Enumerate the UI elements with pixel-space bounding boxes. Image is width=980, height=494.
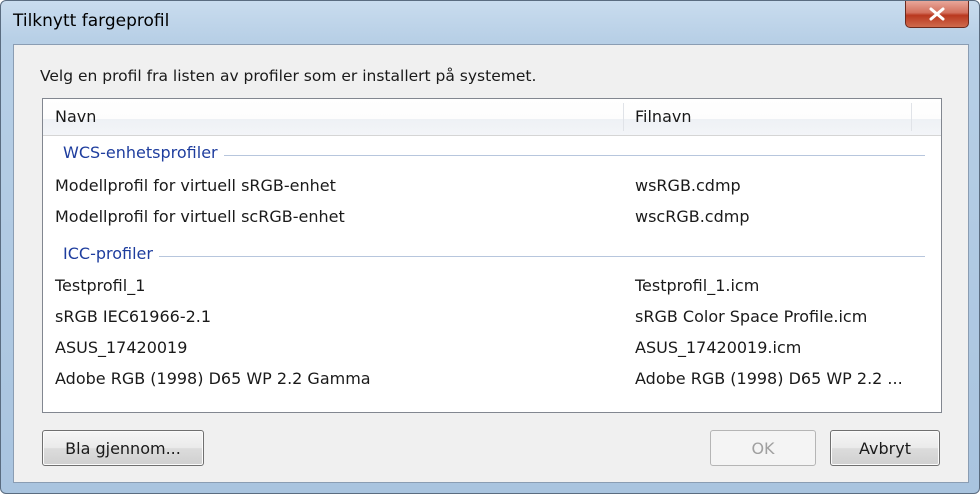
dialog-content: Velg en profil fra listen av profiler so… xyxy=(13,44,969,483)
profile-name: Modellprofil for virtuell scRGB-enhet xyxy=(55,207,345,226)
column-header-name[interactable]: Navn xyxy=(55,99,96,135)
window-title: Tilknytt fargeprofil xyxy=(13,11,170,31)
profile-filename: wsRGB.cdmp xyxy=(635,176,741,195)
close-button[interactable] xyxy=(905,1,969,28)
profile-list[interactable]: Navn Filnavn WCS-enhetsprofiler Modellpr… xyxy=(42,98,942,413)
browse-button[interactable]: Bla gjennom... xyxy=(42,430,204,466)
list-item[interactable]: Testprofil_1 Testprofil_1.icm xyxy=(43,271,941,301)
list-item[interactable]: Adobe RGB (1998) D65 WP 2.2 Gamma Adobe … xyxy=(43,364,941,394)
profile-name: Testprofil_1 xyxy=(55,276,146,295)
title-bar[interactable]: Tilknytt fargeprofil xyxy=(1,1,979,45)
column-divider[interactable] xyxy=(911,103,912,131)
list-item[interactable]: sRGB IEC61966-2.1 sRGB Color Space Profi… xyxy=(43,302,941,332)
list-header: Navn Filnavn xyxy=(43,99,941,136)
cancel-button[interactable]: Avbryt xyxy=(830,430,940,466)
profile-filename: sRGB Color Space Profile.icm xyxy=(635,307,868,326)
ok-button[interactable]: OK xyxy=(710,430,816,466)
group-header-icc[interactable]: ICC-profiler xyxy=(43,240,941,270)
dialog-window: Tilknytt fargeprofil Velg en profil fra … xyxy=(0,0,980,494)
profile-name: Adobe RGB (1998) D65 WP 2.2 Gamma xyxy=(55,369,371,388)
instruction-text: Velg en profil fra listen av profiler so… xyxy=(40,67,537,85)
profile-filename: ASUS_17420019.icm xyxy=(635,338,802,357)
column-divider[interactable] xyxy=(623,103,624,131)
group-label: ICC-profiler xyxy=(63,244,159,263)
group-header-wcs[interactable]: WCS-enhetsprofiler xyxy=(43,139,941,169)
list-item[interactable]: Modellprofil for virtuell sRGB-enhet wsR… xyxy=(43,171,941,201)
group-label: WCS-enhetsprofiler xyxy=(63,143,224,162)
profile-filename: Testprofil_1.icm xyxy=(635,276,760,295)
profile-name: Modellprofil for virtuell sRGB-enhet xyxy=(55,176,336,195)
close-icon xyxy=(928,7,946,21)
list-item[interactable]: Modellprofil for virtuell scRGB-enhet ws… xyxy=(43,202,941,232)
column-header-filename[interactable]: Filnavn xyxy=(635,99,691,135)
group-divider xyxy=(63,256,925,257)
list-item[interactable]: ASUS_17420019 ASUS_17420019.icm xyxy=(43,333,941,363)
profile-name: sRGB IEC61966-2.1 xyxy=(55,307,212,326)
profile-filename: wscRGB.cdmp xyxy=(635,207,750,226)
profile-filename: Adobe RGB (1998) D65 WP 2.2 ... xyxy=(635,369,903,388)
profile-name: ASUS_17420019 xyxy=(55,338,188,357)
